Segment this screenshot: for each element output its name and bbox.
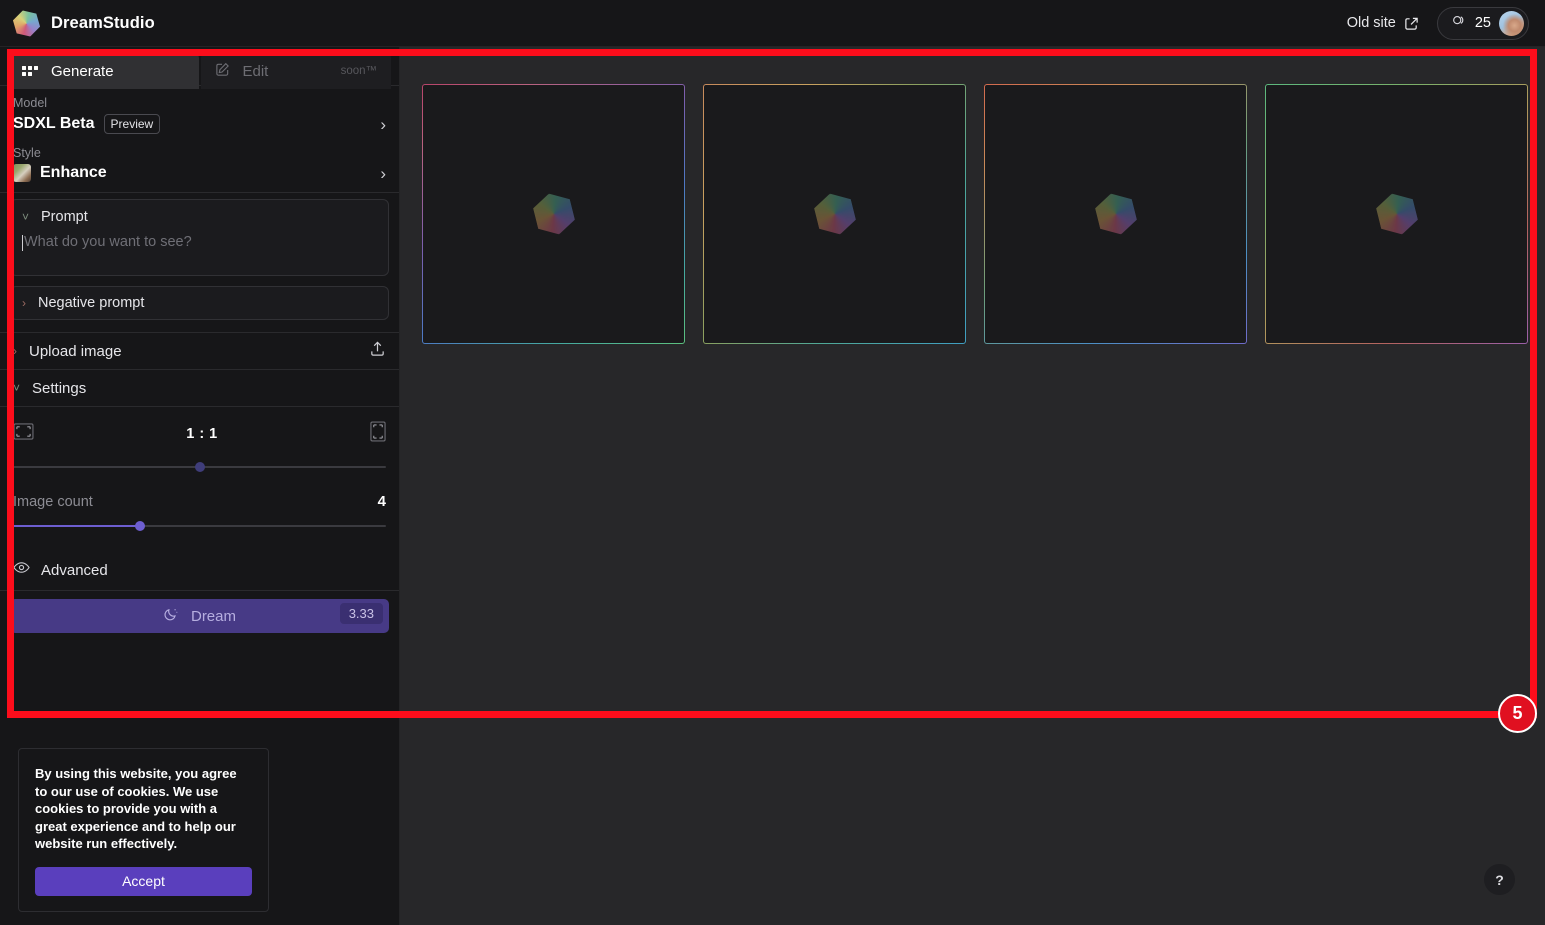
- prompt-input[interactable]: What do you want to see?: [22, 234, 377, 251]
- credits-pill[interactable]: 25: [1436, 6, 1529, 40]
- pencil-square-icon: [215, 62, 230, 81]
- tab-generate-label: Generate: [51, 62, 114, 80]
- prompt-section[interactable]: ˅ Prompt What do you want to see?: [10, 199, 389, 276]
- negative-prompt-header[interactable]: › Negative prompt: [22, 295, 377, 311]
- annotation-step-badge: 5: [1498, 694, 1537, 733]
- tab-edit[interactable]: Edit soon™: [200, 53, 391, 89]
- upload-icon[interactable]: [369, 340, 386, 362]
- hexagon-gradient-placeholder-icon: [528, 189, 579, 240]
- divider: [0, 192, 399, 193]
- moon-stars-icon: [163, 606, 179, 627]
- advanced-label: Advanced: [41, 561, 108, 579]
- upload-image-label: Upload image: [29, 342, 122, 360]
- model-preview-badge: Preview: [103, 114, 161, 134]
- dream-label: Dream: [190, 607, 236, 625]
- chevron-right-icon: ›: [380, 114, 386, 134]
- portrait-frame-icon[interactable]: [370, 421, 386, 447]
- tab-generate[interactable]: Generate: [8, 53, 199, 89]
- image-count-label: Image count: [13, 494, 93, 510]
- cookie-accept-button[interactable]: Accept: [35, 866, 252, 896]
- hexagon-gradient-placeholder-icon: [1371, 189, 1422, 240]
- aspect-ratio-value: 1 : 1: [186, 426, 218, 442]
- dream-cost-badge: 3.33: [339, 603, 383, 624]
- model-field[interactable]: Model SDXL Beta Preview ›: [0, 86, 399, 144]
- aspect-ratio-slider[interactable]: [13, 459, 386, 475]
- sidebar-tabs: Generate Edit soon™: [0, 47, 399, 89]
- tab-edit-badge: soon™: [340, 65, 377, 77]
- help-button[interactable]: ?: [1484, 864, 1515, 895]
- old-site-label: Old site: [1346, 15, 1396, 31]
- slider-thumb[interactable]: [134, 521, 145, 531]
- old-site-link[interactable]: Old site: [1347, 15, 1419, 31]
- style-field[interactable]: Style Enhance ›: [0, 144, 399, 192]
- landscape-frame-icon[interactable]: [13, 423, 34, 445]
- prompt-label: Prompt: [41, 209, 88, 225]
- text-caret: [22, 235, 23, 251]
- app-title: DreamStudio: [51, 13, 155, 32]
- image-placeholder-card[interactable]: [422, 84, 685, 344]
- settings-row[interactable]: ˅ Settings: [0, 370, 399, 406]
- image-placeholder-card[interactable]: [1265, 84, 1528, 344]
- slider-thumb[interactable]: [194, 462, 205, 472]
- dream-button[interactable]: Dream 3.33: [10, 599, 389, 633]
- style-value: Enhance: [40, 164, 107, 181]
- prompt-placeholder: What do you want to see?: [24, 234, 192, 250]
- image-placeholder-grid: [401, 47, 1545, 344]
- style-label: Style: [13, 146, 41, 160]
- cookie-banner: By using this website, you agree to our …: [18, 748, 269, 912]
- app-header: DreamStudio Old site 25: [0, 0, 1545, 47]
- chevron-down-icon: ˅: [22, 210, 30, 224]
- model-selector[interactable]: SDXL Beta Preview ›: [13, 114, 386, 134]
- image-placeholder-card[interactable]: [984, 84, 1247, 344]
- brand[interactable]: DreamStudio: [0, 10, 155, 37]
- chevron-right-icon: ›: [13, 344, 17, 358]
- chevron-right-icon: ›: [22, 296, 26, 310]
- model-label: Model: [13, 96, 48, 110]
- aspect-ratio-row: 1 : 1: [13, 417, 386, 451]
- cookie-banner-text: By using this website, you agree to our …: [35, 766, 237, 851]
- tab-edit-label: Edit: [242, 62, 269, 80]
- model-value: SDXL Beta: [13, 115, 95, 132]
- coins-icon: [1451, 13, 1467, 34]
- credits-count: 25: [1474, 15, 1491, 31]
- negative-prompt-section[interactable]: › Negative prompt: [10, 286, 389, 320]
- image-count-row: Image count 4: [13, 493, 386, 510]
- main-canvas: ?: [401, 47, 1545, 925]
- image-placeholder-inner: [1266, 85, 1527, 343]
- hexagon-gradient-placeholder-icon: [809, 189, 860, 240]
- image-placeholder-card[interactable]: [703, 84, 966, 344]
- hexagon-gradient-logo-icon: [10, 6, 43, 39]
- advanced-row[interactable]: Advanced: [0, 550, 399, 590]
- image-placeholder-inner: [704, 85, 965, 343]
- prompt-header[interactable]: ˅ Prompt: [22, 209, 377, 225]
- header-actions: Old site 25: [1347, 6, 1545, 40]
- image-placeholder-inner: [985, 85, 1246, 343]
- negative-prompt-label: Negative prompt: [38, 295, 145, 311]
- external-link-icon: [1404, 16, 1419, 31]
- image-count-slider[interactable]: [13, 518, 386, 534]
- dream-button-wrap: Dream 3.33: [0, 591, 399, 633]
- style-thumbnail-icon: [13, 164, 31, 182]
- style-selector[interactable]: Enhance ›: [13, 164, 386, 182]
- image-placeholder-inner: [423, 85, 684, 343]
- slider-fill: [13, 525, 140, 527]
- avatar[interactable]: [1499, 10, 1524, 36]
- image-count-value: 4: [377, 493, 386, 510]
- settings-body: 1 : 1 Image count 4: [0, 407, 399, 534]
- hexagon-gradient-placeholder-icon: [1090, 189, 1141, 240]
- eye-icon: [13, 561, 30, 579]
- grid-icon: [22, 66, 38, 76]
- settings-label: Settings: [32, 379, 87, 397]
- upload-image-row[interactable]: › Upload image: [0, 333, 399, 369]
- chevron-right-icon: ›: [380, 163, 386, 183]
- chevron-down-icon: ˅: [13, 381, 21, 395]
